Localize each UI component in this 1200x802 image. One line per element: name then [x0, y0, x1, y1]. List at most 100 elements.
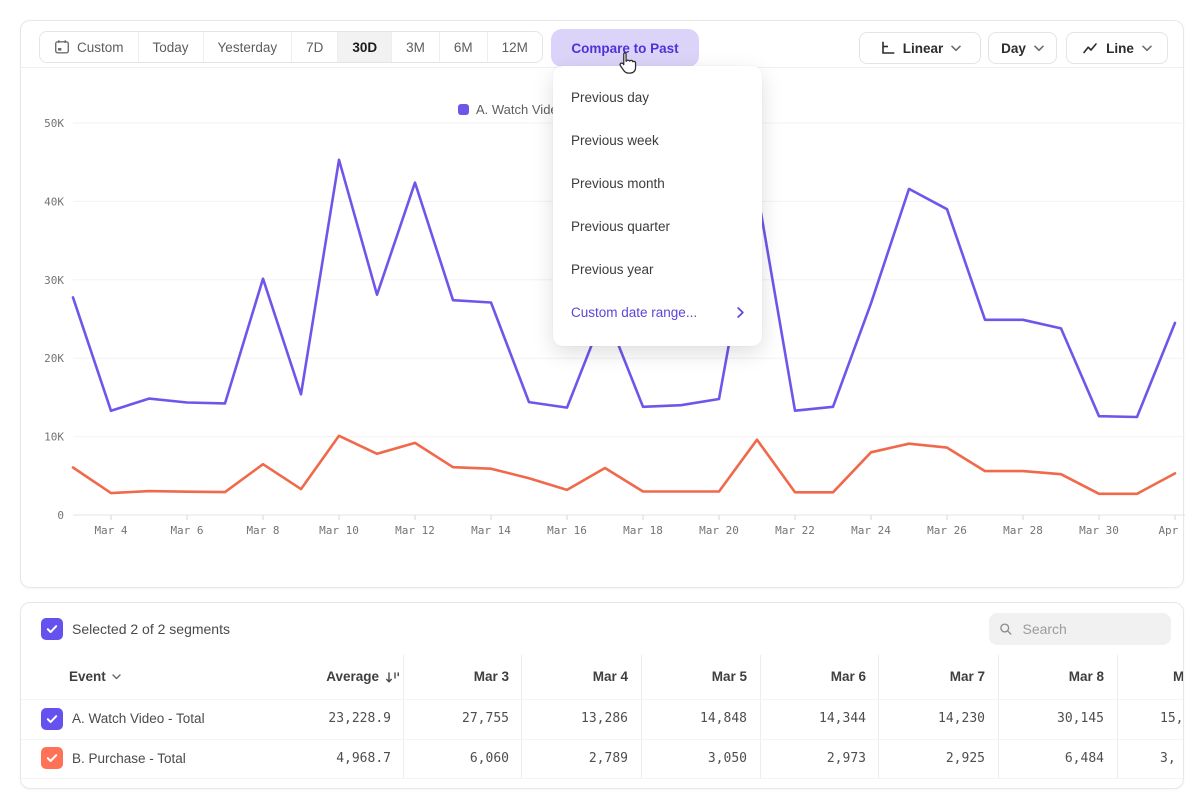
cell-value: 27,755 [462, 699, 509, 739]
preset-today[interactable]: Today [139, 32, 204, 62]
check-icon [46, 714, 58, 724]
segment-label: B. Purchase - Total [72, 739, 186, 778]
cell-value: 14,848 [700, 699, 747, 739]
series-line-b-purchase[interactable] [73, 436, 1175, 494]
x-tick-label: Mar 22 [775, 524, 815, 537]
x-tick-label: Mar 12 [395, 524, 435, 537]
preset-label: Custom [77, 40, 124, 55]
y-tick-label: 50K [44, 117, 64, 130]
preset-label: Today [153, 40, 189, 55]
segment-checkbox[interactable] [41, 747, 63, 769]
x-tick-label: Apr 1 [1158, 524, 1185, 537]
x-tick-label: Mar 24 [851, 524, 891, 537]
y-tick-label: 20K [44, 352, 64, 365]
cell-value: 13,286 [581, 699, 628, 739]
chevron-down-icon [112, 674, 121, 680]
preset-label: 6M [454, 40, 473, 55]
table-row-a-watch-video-total: A. Watch Video - Total23,228.927,75513,2… [21, 699, 1184, 740]
search-input[interactable] [1020, 620, 1161, 638]
y-tick-label: 10K [44, 431, 64, 444]
sort-icon [385, 671, 401, 684]
selected-summary: Selected 2 of 2 segments [72, 621, 230, 637]
cell-value: 14,344 [819, 699, 866, 739]
interval-label: Day [1001, 41, 1026, 56]
compare-to-past-button[interactable]: Compare to Past [554, 32, 696, 64]
preset-12m[interactable]: 12M [488, 32, 542, 62]
preset-yesterday[interactable]: Yesterday [204, 32, 293, 62]
preset-7d[interactable]: 7D [292, 32, 338, 62]
column-header-clipped: M [1173, 655, 1184, 699]
cell-value: 2,789 [589, 739, 628, 778]
x-tick-label: Mar 20 [699, 524, 739, 537]
axes-icon [879, 40, 895, 56]
preset-label: 3M [406, 40, 425, 55]
search-box[interactable] [989, 613, 1171, 645]
chevron-down-icon [1034, 45, 1044, 52]
column-header-average[interactable]: Average [326, 655, 401, 699]
average-value: 23,228.9 [328, 699, 391, 739]
x-tick-label: Mar 28 [1003, 524, 1043, 537]
column-header-mar-8[interactable]: Mar 8 [1069, 655, 1104, 699]
x-tick-label: Mar 10 [319, 524, 359, 537]
interval-dropdown[interactable]: Day [988, 32, 1057, 64]
x-tick-label: Mar 30 [1079, 524, 1119, 537]
x-tick-label: Mar 16 [547, 524, 587, 537]
preset-label: Yesterday [218, 40, 278, 55]
menu-item-previous-month[interactable]: Previous month [553, 162, 762, 205]
preset-label: 12M [502, 40, 528, 55]
column-header-event[interactable]: Event [69, 655, 121, 699]
average-value: 4,968.7 [336, 739, 391, 778]
table-header-row: Event Average Mar 3 Mar 4 Mar 5 Mar 6 Mar 7 Mar… [21, 655, 1184, 700]
header-label: Average [326, 655, 379, 699]
chevron-down-icon [1142, 45, 1152, 52]
preset-30d[interactable]: 30D [338, 32, 392, 62]
menu-item-previous-day[interactable]: Previous day [553, 76, 762, 119]
chart-toolbar: Custom Today Yesterday 7D 30D 3M 6M 12M Compare… [21, 21, 1183, 68]
cell-value: 6,484 [1065, 739, 1104, 778]
x-tick-label: Mar 18 [623, 524, 663, 537]
preset-3m[interactable]: 3M [392, 32, 440, 62]
scale-dropdown[interactable]: Linear [859, 32, 981, 64]
cell-value-clipped: 15, [1160, 699, 1183, 739]
header-label: Event [69, 655, 106, 699]
cell-value: 2,973 [827, 739, 866, 778]
cell-value: 2,925 [946, 739, 985, 778]
x-tick-label: Mar 14 [471, 524, 511, 537]
x-tick-label: Mar 26 [927, 524, 967, 537]
preset-label: 30D [352, 40, 377, 55]
segments-card: Selected 2 of 2 segments Event Average Mar… [20, 602, 1184, 789]
menu-item-custom-date-range[interactable]: Custom date range... [553, 291, 762, 334]
x-tick-label: Mar 8 [246, 524, 279, 537]
cell-value: 30,145 [1057, 699, 1104, 739]
x-tick-label: Mar 4 [94, 524, 127, 537]
column-header-mar-6[interactable]: Mar 6 [831, 655, 866, 699]
y-tick-label: 0 [57, 509, 64, 522]
menu-item-previous-quarter[interactable]: Previous quarter [553, 205, 762, 248]
scale-label: Linear [903, 41, 944, 56]
column-header-mar-7[interactable]: Mar 7 [950, 655, 985, 699]
column-header-mar-4[interactable]: Mar 4 [593, 655, 628, 699]
select-all-checkbox[interactable] [41, 618, 63, 640]
preset-6m[interactable]: 6M [440, 32, 488, 62]
y-tick-label: 30K [44, 274, 64, 287]
calendar-icon [54, 39, 70, 55]
chevron-right-icon [737, 307, 744, 318]
check-icon [46, 624, 58, 634]
chevron-down-icon [951, 45, 961, 52]
chart-type-label: Line [1106, 41, 1134, 56]
column-header-mar-3[interactable]: Mar 3 [474, 655, 509, 699]
segment-checkbox[interactable] [41, 708, 63, 730]
check-icon [46, 753, 58, 763]
cell-value-clipped: 3, [1160, 739, 1176, 778]
search-icon [999, 621, 1012, 637]
cell-value: 14,230 [938, 699, 985, 739]
column-header-mar-5[interactable]: Mar 5 [712, 655, 747, 699]
menu-item-label: Custom date range... [571, 305, 697, 320]
preset-label: 7D [306, 40, 323, 55]
menu-item-previous-week[interactable]: Previous week [553, 119, 762, 162]
menu-item-previous-year[interactable]: Previous year [553, 248, 762, 291]
chart-type-dropdown[interactable]: Line [1066, 32, 1168, 64]
preset-custom[interactable]: Custom [40, 32, 139, 62]
cell-value: 3,050 [708, 739, 747, 778]
segments-table: Event Average Mar 3 Mar 4 Mar 5 Mar 6 Mar 7 Mar… [21, 655, 1184, 778]
